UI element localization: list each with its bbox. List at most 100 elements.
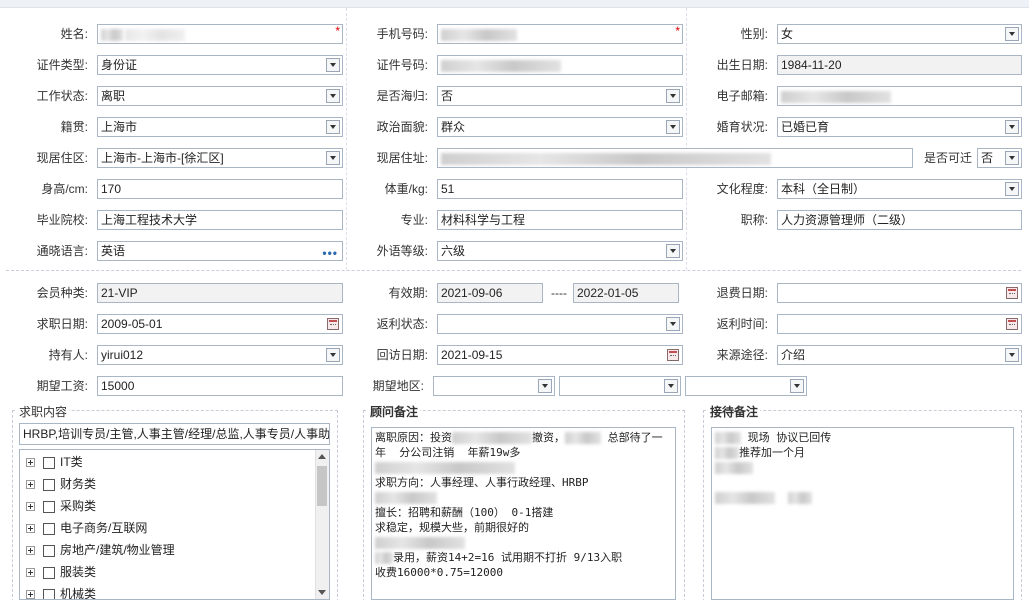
chevron-down-icon[interactable] <box>666 89 680 103</box>
reception-notes-title: 接待备注 <box>708 403 761 420</box>
job-category-tree[interactable]: IT类 财务类 采购类 电子商务/互联网 房地产/建筑/物业管理 服装类 机械类 <box>19 449 330 600</box>
tree-item[interactable]: 采购类 <box>26 496 96 516</box>
note-line: 求稳定，规模大些，前期很好的 <box>375 521 529 534</box>
address-field[interactable] <box>437 148 913 168</box>
foreign-language-level-value: 六级 <box>441 244 466 258</box>
job-title-label: 职称: <box>740 213 768 227</box>
tree-item[interactable]: IT类 <box>26 452 83 472</box>
language-field[interactable]: 英语 ••• <box>97 241 343 261</box>
gender-select[interactable]: 女 <box>777 24 1022 44</box>
checkbox[interactable] <box>43 544 55 557</box>
residence-area-select[interactable]: 上海市-上海市-[徐汇区] <box>97 148 343 168</box>
native-place-value: 上海市 <box>101 120 138 134</box>
political-select[interactable]: 群众 <box>437 117 683 137</box>
phone-field[interactable]: * <box>437 24 683 44</box>
tree-item[interactable]: 财务类 <box>26 474 96 494</box>
source-select[interactable]: 介绍 <box>777 345 1022 365</box>
scroll-down-icon[interactable] <box>318 590 326 595</box>
tree-item-label: 财务类 <box>60 477 97 491</box>
job-intent-summary[interactable]: HRBP,培训专员/主管,人事主管/经理/总监,人事专员/人事助 <box>19 423 330 445</box>
chevron-down-icon[interactable] <box>1005 120 1019 134</box>
checkbox[interactable] <box>43 478 55 491</box>
tree-expand-icon[interactable] <box>26 480 35 490</box>
source-value: 介绍 <box>781 348 806 362</box>
education-select[interactable]: 本科（全日制） <box>777 179 1022 199</box>
chevron-down-icon[interactable] <box>326 89 340 103</box>
tree-expand-icon[interactable] <box>26 524 35 534</box>
weight-field[interactable]: 51 <box>437 179 683 199</box>
address-label: 现居住址: <box>376 151 428 165</box>
relocate-select[interactable]: 否 <box>977 148 1022 168</box>
work-status-select[interactable]: 离职 <box>97 86 343 106</box>
native-place-select[interactable]: 上海市 <box>97 117 343 137</box>
name-label: 姓名: <box>60 27 88 41</box>
marital-select[interactable]: 已婚已育 <box>777 117 1022 137</box>
calendar-icon[interactable] <box>667 349 679 361</box>
region-province-select[interactable] <box>433 376 555 396</box>
school-field[interactable]: 上海工程技术大学 <box>97 210 343 230</box>
calendar-icon[interactable] <box>327 318 339 330</box>
tree-expand-icon[interactable] <box>26 458 35 468</box>
id-number-field[interactable] <box>437 55 683 75</box>
region-district-select[interactable] <box>685 376 807 396</box>
job-date-label: 求职日期: <box>36 317 88 331</box>
tree-item[interactable]: 房地产/建筑/物业管理 <box>26 540 175 560</box>
chevron-down-icon[interactable] <box>1005 151 1019 165</box>
chevron-down-icon[interactable] <box>790 379 804 393</box>
refund-date-field[interactable] <box>777 283 1022 303</box>
major-field[interactable]: 材料科学与工程 <box>437 210 683 230</box>
tree-expand-icon[interactable] <box>26 590 35 599</box>
checkbox[interactable] <box>43 588 55 599</box>
calendar-icon[interactable] <box>1006 287 1018 299</box>
height-field[interactable]: 170 <box>97 179 343 199</box>
calendar-icon[interactable] <box>1006 318 1018 330</box>
id-type-select[interactable]: 身份证 <box>97 55 343 75</box>
scroll-thumb[interactable] <box>317 466 327 506</box>
job-date-field[interactable]: 2009-05-01 <box>97 314 343 334</box>
tree-item[interactable]: 机械类 <box>26 584 96 599</box>
tree-expand-icon[interactable] <box>26 502 35 512</box>
chevron-down-icon[interactable] <box>666 317 680 331</box>
chevron-down-icon[interactable] <box>664 379 678 393</box>
checkbox[interactable] <box>43 500 55 513</box>
note-line <box>375 535 672 550</box>
rebate-time-field[interactable] <box>777 314 1022 334</box>
tree-expand-icon[interactable] <box>26 568 35 578</box>
chevron-down-icon[interactable] <box>538 379 552 393</box>
checkbox[interactable] <box>43 522 55 535</box>
chevron-down-icon[interactable] <box>666 120 680 134</box>
education-value: 本科（全日制） <box>781 182 866 196</box>
chevron-down-icon[interactable] <box>1005 348 1019 362</box>
reception-notes-textarea[interactable]: 现场 协议已回传 推荐加一个月 <box>711 427 1014 600</box>
chevron-down-icon[interactable] <box>326 120 340 134</box>
foreign-language-level-select[interactable]: 六级 <box>437 241 683 261</box>
tree-item-label: 采购类 <box>60 499 97 513</box>
chevron-down-icon[interactable] <box>1005 27 1019 41</box>
tree-item-label: 房地产/建筑/物业管理 <box>60 543 175 557</box>
height-value: 170 <box>101 182 122 196</box>
overseas-select[interactable]: 否 <box>437 86 683 106</box>
chevron-down-icon[interactable] <box>326 348 340 362</box>
more-options-icon[interactable]: ••• <box>322 244 338 260</box>
chevron-down-icon[interactable] <box>326 151 340 165</box>
scroll-up-icon[interactable] <box>318 454 326 459</box>
region-city-select[interactable] <box>559 376 681 396</box>
expected-salary-field[interactable]: 15000 <box>97 376 343 396</box>
tree-item[interactable]: 服装类 <box>26 562 96 582</box>
consultant-notes-textarea[interactable]: 离职原因：投资 撤资， 总部待了一 年 分公司注销 年薪19w多 求职方向：人事经… <box>371 427 676 600</box>
chevron-down-icon[interactable] <box>326 58 340 72</box>
holder-select[interactable]: yirui012 <box>97 345 343 365</box>
name-field[interactable]: * <box>97 24 343 44</box>
tree-scrollbar[interactable] <box>315 450 329 599</box>
tree-item[interactable]: 电子商务/互联网 <box>26 518 147 538</box>
chevron-down-icon[interactable] <box>1005 182 1019 196</box>
visit-date-field[interactable]: 2021-09-15 <box>437 345 683 365</box>
job-title-field[interactable]: 人力资源管理师（二级） <box>777 210 1022 230</box>
note-line <box>715 460 1010 475</box>
tree-expand-icon[interactable] <box>26 546 35 556</box>
rebate-status-select[interactable] <box>437 314 683 334</box>
checkbox[interactable] <box>43 566 55 579</box>
checkbox[interactable] <box>43 456 55 469</box>
email-field[interactable] <box>777 86 1022 106</box>
chevron-down-icon[interactable] <box>666 244 680 258</box>
